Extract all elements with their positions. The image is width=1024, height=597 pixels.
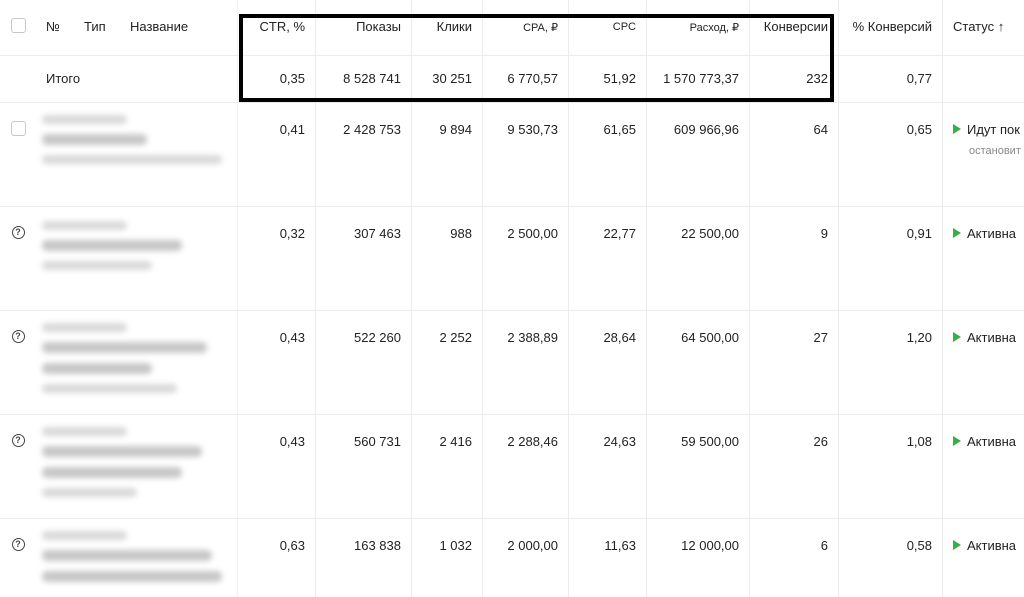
play-icon <box>953 332 961 342</box>
row-clicks: 988 <box>412 207 483 310</box>
row-conversions: 64 <box>750 103 839 206</box>
campaign-stats-table: № Тип Название CTR, % Показы Клики CPA, … <box>0 0 1024 597</box>
blurred-campaign-name <box>42 531 232 592</box>
row-status: Активна <box>943 207 1024 310</box>
blurred-campaign-name <box>42 427 232 507</box>
col-conv-rate[interactable]: % Конверсий <box>839 0 943 55</box>
row-spend: 12 000,00 <box>647 519 750 597</box>
play-icon <box>953 540 961 550</box>
table-row[interactable]: ? 0,63 163 838 1 032 2 000,00 11,63 12 0… <box>0 519 1024 597</box>
row-ctr: 0,43 <box>238 415 316 518</box>
col-clicks[interactable]: Клики <box>412 0 483 55</box>
row-cpa: 2 288,46 <box>483 415 569 518</box>
campaign-name-cell[interactable] <box>36 207 238 310</box>
row-checkbox[interactable] <box>10 121 26 136</box>
col-impressions[interactable]: Показы <box>316 0 412 55</box>
help-icon[interactable]: ? <box>11 434 25 447</box>
col-type[interactable]: Тип <box>84 19 106 34</box>
row-ctr: 0,63 <box>238 519 316 597</box>
total-cpc: 51,92 <box>569 56 647 102</box>
table-row[interactable]: 0,41 2 428 753 9 894 9 530,73 61,65 609 … <box>0 103 1024 207</box>
row-conv-rate: 0,65 <box>839 103 943 206</box>
row-status: Активна <box>943 415 1024 518</box>
row-clicks: 1 032 <box>412 519 483 597</box>
row-conversions: 9 <box>750 207 839 310</box>
row-ctr: 0,41 <box>238 103 316 206</box>
col-ctr[interactable]: CTR, % <box>238 0 316 55</box>
table-row[interactable]: ? 0,43 560 731 2 416 2 288,46 24,63 59 5… <box>0 415 1024 519</box>
help-icon[interactable]: ? <box>11 538 25 551</box>
row-conv-rate: 1,20 <box>839 311 943 414</box>
play-icon <box>953 228 961 238</box>
row-cpc: 22,77 <box>569 207 647 310</box>
help-icon[interactable]: ? <box>11 330 25 343</box>
row-spend: 64 500,00 <box>647 311 750 414</box>
total-label: Итого <box>36 56 238 102</box>
table-row[interactable]: ? 0,32 307 463 988 2 500,00 22,77 22 500… <box>0 207 1024 311</box>
row-cpa: 2 000,00 <box>483 519 569 597</box>
total-ctr: 0,35 <box>238 56 316 102</box>
row-impressions: 560 731 <box>316 415 412 518</box>
row-cpc: 61,65 <box>569 103 647 206</box>
campaign-name-cell[interactable] <box>36 311 238 414</box>
row-cpc: 28,64 <box>569 311 647 414</box>
play-icon <box>953 436 961 446</box>
play-icon <box>953 124 961 134</box>
campaign-name-cell[interactable] <box>36 519 238 597</box>
row-ctr: 0,43 <box>238 311 316 414</box>
total-conv-rate: 0,77 <box>839 56 943 102</box>
row-impressions: 522 260 <box>316 311 412 414</box>
row-conv-rate: 0,91 <box>839 207 943 310</box>
campaign-name-cell[interactable] <box>36 103 238 206</box>
row-conv-rate: 0,58 <box>839 519 943 597</box>
col-cpc[interactable]: CPC <box>569 0 647 55</box>
select-all-checkbox[interactable] <box>10 18 26 33</box>
row-cpa: 9 530,73 <box>483 103 569 206</box>
row-impressions: 2 428 753 <box>316 103 412 206</box>
row-clicks: 2 252 <box>412 311 483 414</box>
col-cpa[interactable]: CPA, ₽ <box>483 0 569 55</box>
row-conversions: 27 <box>750 311 839 414</box>
header-id-type-name: № Тип Название <box>36 0 238 55</box>
row-cpc: 24,63 <box>569 415 647 518</box>
table-row[interactable]: ? 0,43 522 260 2 252 2 388,89 28,64 64 5… <box>0 311 1024 415</box>
total-cpa: 6 770,57 <box>483 56 569 102</box>
total-spend: 1 570 773,37 <box>647 56 750 102</box>
total-conversions: 232 <box>750 56 839 102</box>
total-impressions: 8 528 741 <box>316 56 412 102</box>
blurred-campaign-name <box>42 221 232 280</box>
row-spend: 59 500,00 <box>647 415 750 518</box>
total-clicks: 30 251 <box>412 56 483 102</box>
row-status: Активна <box>943 519 1024 597</box>
row-conversions: 26 <box>750 415 839 518</box>
status-subtext: остановит <box>969 145 1021 157</box>
row-cpa: 2 388,89 <box>483 311 569 414</box>
col-status[interactable]: Статус ↑ <box>943 0 1024 55</box>
total-row: Итого 0,35 8 528 741 30 251 6 770,57 51,… <box>0 56 1024 103</box>
row-conversions: 6 <box>750 519 839 597</box>
row-ctr: 0,32 <box>238 207 316 310</box>
col-spend[interactable]: Расход, ₽ <box>647 0 750 55</box>
col-conversions[interactable]: Конверсии <box>750 0 839 55</box>
campaign-name-cell[interactable] <box>36 415 238 518</box>
help-icon[interactable]: ? <box>11 226 25 239</box>
row-impressions: 163 838 <box>316 519 412 597</box>
col-name[interactable]: Название <box>130 19 188 34</box>
row-status: Идут пок остановит <box>943 103 1024 206</box>
col-no[interactable]: № <box>46 19 60 34</box>
blurred-campaign-name <box>42 323 232 403</box>
row-spend: 609 966,96 <box>647 103 750 206</box>
table-header: № Тип Название CTR, % Показы Клики CPA, … <box>0 0 1024 56</box>
blurred-campaign-name <box>42 115 232 174</box>
row-spend: 22 500,00 <box>647 207 750 310</box>
row-cpa: 2 500,00 <box>483 207 569 310</box>
row-cpc: 11,63 <box>569 519 647 597</box>
select-all-cell <box>0 0 36 55</box>
row-impressions: 307 463 <box>316 207 412 310</box>
row-conv-rate: 1,08 <box>839 415 943 518</box>
row-clicks: 2 416 <box>412 415 483 518</box>
row-clicks: 9 894 <box>412 103 483 206</box>
row-status: Активна <box>943 311 1024 414</box>
